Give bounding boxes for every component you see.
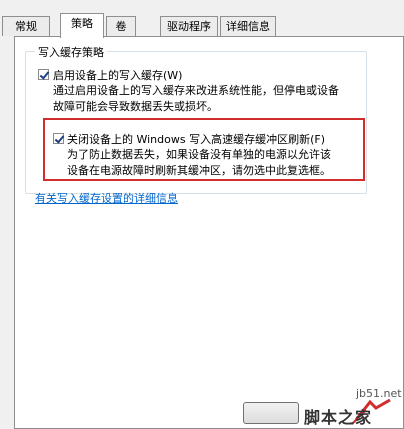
watermark-text: 脚本之家 bbox=[304, 408, 373, 427]
enable-write-cache-desc-2: 故障可能会导致数据丢失或损坏。 bbox=[53, 100, 218, 113]
tab-volumes[interactable]: 卷 bbox=[106, 16, 136, 36]
tab-general[interactable]: 常规 bbox=[2, 16, 50, 36]
checkmark-icon bbox=[54, 133, 65, 144]
tab-driver[interactable]: 驱动程序 bbox=[160, 16, 218, 36]
turn-off-buffer-flush-desc-2: 设备在电源故障时刷新其缓冲区，请勿选中此复选框。 bbox=[67, 164, 331, 177]
enable-write-cache-label[interactable]: 启用设备上的写入缓存(W) bbox=[53, 67, 182, 83]
enable-write-cache-checkbox[interactable] bbox=[38, 69, 50, 80]
write-cache-details-link[interactable]: 有关写入缓存设置的详细信息 bbox=[35, 190, 178, 206]
turn-off-buffer-flush-label[interactable]: 关闭设备上的 Windows 写入高速缓存缓冲区刷新(F) bbox=[67, 131, 325, 147]
turn-off-buffer-flush-checkbox[interactable] bbox=[53, 133, 65, 144]
group-legend: 写入缓存策略 bbox=[35, 44, 107, 60]
tab-policies[interactable]: 策略 bbox=[60, 13, 104, 38]
tab-details[interactable]: 详细信息 bbox=[220, 16, 276, 36]
turn-off-buffer-flush-desc-1: 为了防止数据丢失，如果设备没有单独的电源以允许该 bbox=[67, 148, 331, 161]
ok-button[interactable] bbox=[243, 402, 299, 424]
enable-write-cache-desc-1: 通过启用设备上的写入缓存来改进系统性能，但停电或设备 bbox=[53, 84, 339, 97]
checkmark-icon bbox=[39, 69, 50, 80]
